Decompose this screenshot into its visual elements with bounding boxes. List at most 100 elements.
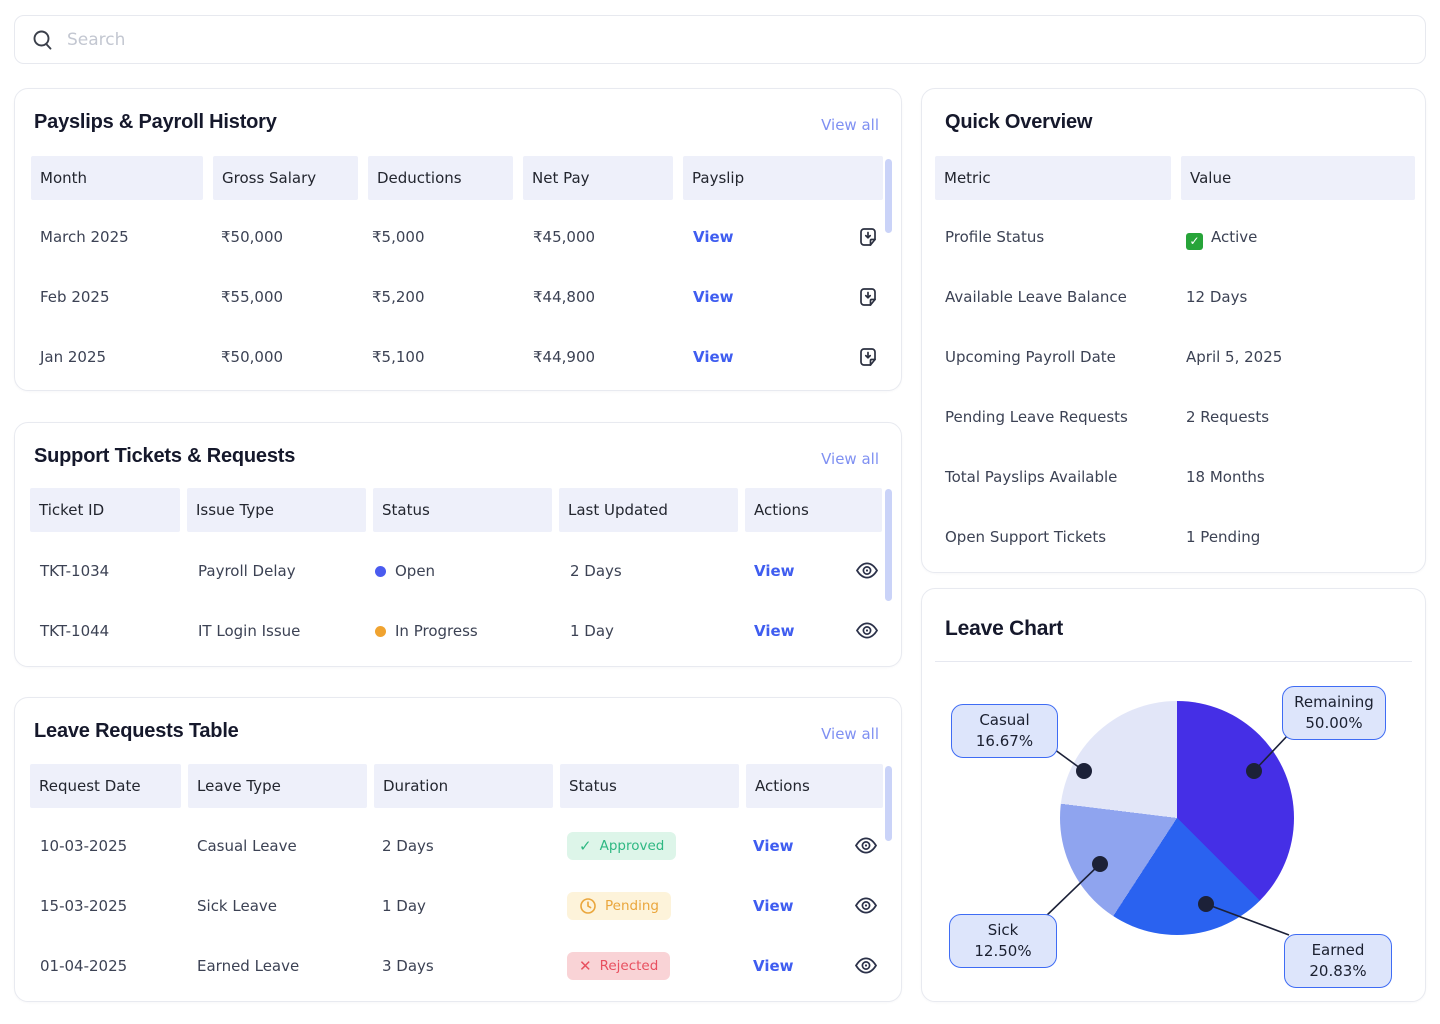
search-icon: [31, 28, 55, 52]
column-header-status: Status: [373, 488, 552, 532]
ticket-status: In Progress: [375, 617, 478, 645]
eye-icon[interactable]: [855, 621, 879, 640]
leave-duration: 3 Days: [382, 952, 434, 980]
leave-requests-title: Leave Requests Table: [34, 720, 239, 743]
metric-value: 2 Requests: [1186, 403, 1269, 431]
ticket-updated: 2 Days: [570, 557, 622, 585]
support-tickets-card: Support Tickets & Requests View all Tick…: [14, 422, 902, 667]
leave-type: Casual Leave: [197, 832, 297, 860]
ticket-id: TKT-1034: [40, 557, 109, 585]
metric-label: Pending Leave Requests: [945, 403, 1128, 431]
eye-icon[interactable]: [855, 561, 879, 580]
leave-requests-card: Leave Requests Table View all Request Da…: [14, 697, 902, 1002]
metric-label: Upcoming Payroll Date: [945, 343, 1116, 371]
payslip-view-link[interactable]: View: [693, 223, 734, 251]
metric-value: 12 Days: [1186, 283, 1247, 311]
column-header-issue-type: Issue Type: [187, 488, 366, 532]
column-header-last-updated: Last Updated: [559, 488, 738, 532]
download-payslip-icon[interactable]: [857, 226, 879, 248]
payslip-gross: ₹50,000: [221, 343, 283, 371]
quick-overview-card: Quick Overview Metric Value Profile Stat…: [921, 88, 1426, 573]
column-header-ticket-id: Ticket ID: [30, 488, 180, 532]
support-scrollbar[interactable]: [885, 489, 892, 601]
payslips-scrollbar[interactable]: [885, 159, 892, 233]
x-icon: ✕: [579, 957, 592, 975]
payslip-deductions: ₹5,100: [372, 343, 425, 371]
column-header-value: Value: [1181, 156, 1415, 200]
download-payslip-icon[interactable]: [857, 346, 879, 368]
column-header-duration: Duration: [374, 764, 553, 808]
column-header-actions: Actions: [745, 488, 882, 532]
metric-value: 18 Months: [1186, 463, 1265, 491]
ticket-issue: IT Login Issue: [198, 617, 300, 645]
leave-scrollbar[interactable]: [885, 766, 892, 841]
ticket-id: TKT-1044: [40, 617, 109, 645]
payslips-card: Payslips & Payroll History View all Mont…: [14, 88, 902, 391]
payslip-month: Jan 2025: [40, 343, 106, 371]
eye-icon[interactable]: [854, 896, 878, 915]
metric-value: ✓Active: [1186, 223, 1257, 251]
column-header-leave-type: Leave Type: [188, 764, 367, 808]
green-check-icon: ✓: [1186, 233, 1203, 250]
clock-icon: [579, 897, 597, 915]
status-badge-pending: Pending: [567, 892, 671, 920]
payslips-view-all-link[interactable]: View all: [821, 116, 879, 134]
payslip-gross: ₹50,000: [221, 223, 283, 251]
payslip-month: March 2025: [40, 223, 129, 251]
payslip-net: ₹44,800: [533, 283, 595, 311]
leave-chart-card: Leave Chart Casual16.67% Remaining50.00%…: [921, 588, 1426, 1002]
column-header-netpay: Net Pay: [523, 156, 673, 200]
support-view-all-link[interactable]: View all: [821, 450, 879, 468]
metric-label: Profile Status: [945, 223, 1044, 251]
payslip-deductions: ₹5,000: [372, 223, 425, 251]
pie-label-earned: Earned20.83%: [1284, 934, 1392, 988]
status-badge-rejected: ✕ Rejected: [567, 952, 670, 980]
payslip-deductions: ₹5,200: [372, 283, 425, 311]
pie-label-sick: Sick12.50%: [949, 914, 1057, 968]
payslip-net: ₹44,900: [533, 343, 595, 371]
leave-date: 10-03-2025: [40, 832, 127, 860]
column-header-payslip: Payslip: [683, 156, 883, 200]
leave-duration: 2 Days: [382, 832, 434, 860]
leave-view-link[interactable]: View: [753, 952, 794, 980]
column-header-metric: Metric: [935, 156, 1171, 200]
check-icon: ✓: [579, 837, 592, 855]
search-input[interactable]: [67, 30, 1409, 50]
column-header-actions: Actions: [746, 764, 883, 808]
payslips-title: Payslips & Payroll History: [34, 111, 277, 134]
column-header-status: Status: [560, 764, 739, 808]
metric-label: Open Support Tickets: [945, 523, 1106, 551]
eye-icon[interactable]: [854, 956, 878, 975]
search-bar: [14, 15, 1426, 64]
status-dot-in-progress: [375, 626, 386, 637]
leave-date: 01-04-2025: [40, 952, 127, 980]
ticket-status: Open: [375, 557, 435, 585]
download-payslip-icon[interactable]: [857, 286, 879, 308]
ticket-updated: 1 Day: [570, 617, 614, 645]
pie-label-remaining: Remaining50.00%: [1282, 686, 1386, 740]
leave-view-all-link[interactable]: View all: [821, 725, 879, 743]
leave-chart-title: Leave Chart: [945, 617, 1063, 641]
metric-label: Total Payslips Available: [945, 463, 1117, 491]
eye-icon[interactable]: [854, 836, 878, 855]
leave-type: Earned Leave: [197, 952, 299, 980]
column-header-request-date: Request Date: [30, 764, 181, 808]
payslip-view-link[interactable]: View: [693, 283, 734, 311]
payslip-month: Feb 2025: [40, 283, 110, 311]
leave-duration: 1 Day: [382, 892, 426, 920]
ticket-view-link[interactable]: View: [754, 617, 795, 645]
payslip-gross: ₹55,000: [221, 283, 283, 311]
metric-value: 1 Pending: [1186, 523, 1260, 551]
ticket-issue: Payroll Delay: [198, 557, 296, 585]
leave-pie-chart: [1060, 701, 1294, 935]
leave-date: 15-03-2025: [40, 892, 127, 920]
metric-value: April 5, 2025: [1186, 343, 1282, 371]
payslip-view-link[interactable]: View: [693, 343, 734, 371]
leave-view-link[interactable]: View: [753, 832, 794, 860]
quick-overview-title: Quick Overview: [945, 111, 1092, 134]
status-badge-approved: ✓ Approved: [567, 832, 676, 860]
leave-view-link[interactable]: View: [753, 892, 794, 920]
metric-label: Available Leave Balance: [945, 283, 1127, 311]
column-header-gross: Gross Salary: [213, 156, 358, 200]
ticket-view-link[interactable]: View: [754, 557, 795, 585]
